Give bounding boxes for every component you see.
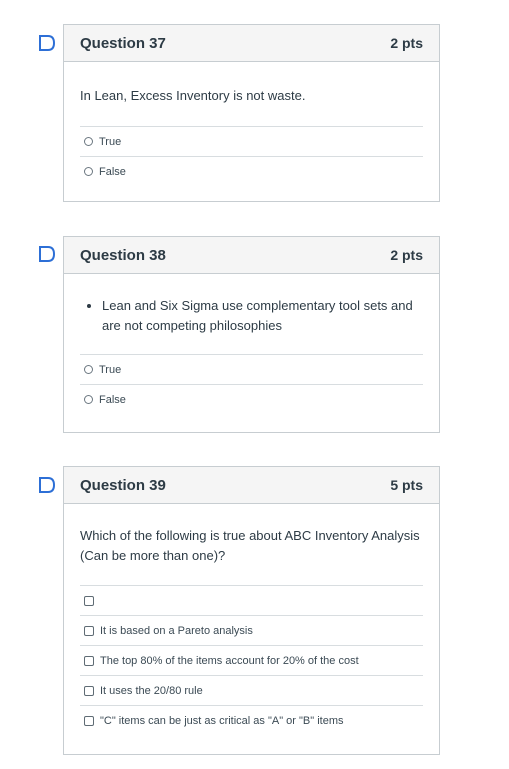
answer-label: "C" items can be just as critical as "A"… xyxy=(100,714,344,727)
question-text: In Lean, Excess Inventory is not waste. xyxy=(80,88,306,103)
checkbox-icon[interactable] xyxy=(84,685,94,696)
answer-label: False xyxy=(99,165,126,178)
flag-question-38-icon[interactable] xyxy=(38,245,56,263)
answer-label: The top 80% of the items account for 20%… xyxy=(100,654,359,667)
answer-option-top-80[interactable]: The top 80% of the items account for 20%… xyxy=(80,645,423,675)
question-39-header: Question 39 5 pts xyxy=(64,467,439,504)
answer-label: False xyxy=(99,393,126,406)
answer-option-true[interactable]: True xyxy=(80,354,423,384)
flag-question-39-icon[interactable] xyxy=(38,476,56,494)
checkbox-icon[interactable] xyxy=(84,625,94,636)
question-37-header: Question 37 2 pts xyxy=(64,25,439,62)
question-39-card: Question 39 5 pts Which of the following… xyxy=(63,466,440,755)
question-points: 2 pts xyxy=(390,35,423,51)
checkbox-icon[interactable] xyxy=(84,595,94,606)
answer-option-pareto[interactable]: It is based on a Pareto analysis xyxy=(80,615,423,645)
answer-option-true[interactable]: True xyxy=(80,126,423,156)
flag-question-37-icon[interactable] xyxy=(38,34,56,52)
answer-option-blank[interactable] xyxy=(80,585,423,615)
question-38-card: Question 38 2 pts Lean and Six Sigma use… xyxy=(63,236,440,433)
radio-button-icon[interactable] xyxy=(84,167,93,176)
answer-option-20-80-rule[interactable]: It uses the 20/80 rule xyxy=(80,675,423,705)
question-title: Question 38 xyxy=(80,246,166,264)
radio-button-icon[interactable] xyxy=(84,395,93,404)
answer-option-false[interactable]: False xyxy=(80,384,423,414)
question-38-header: Question 38 2 pts xyxy=(64,237,439,274)
radio-button-icon[interactable] xyxy=(84,137,93,146)
answer-label: True xyxy=(99,363,122,376)
question-title: Question 37 xyxy=(80,34,166,52)
answer-option-c-items[interactable]: "C" items can be just as critical as "A"… xyxy=(80,705,423,735)
question-title: Question 39 xyxy=(80,476,166,494)
question-37-card: Question 37 2 pts In Lean, Excess Invent… xyxy=(63,24,440,202)
answer-label: It is based on a Pareto analysis xyxy=(100,624,253,637)
answer-option-false[interactable]: False xyxy=(80,156,423,186)
checkbox-icon[interactable] xyxy=(84,715,94,726)
question-bullet-item: Lean and Six Sigma use complementary too… xyxy=(102,296,423,336)
answer-label: True xyxy=(99,135,122,148)
radio-button-icon[interactable] xyxy=(84,365,93,374)
checkbox-icon[interactable] xyxy=(84,655,94,666)
question-text: Which of the following is true about ABC… xyxy=(80,528,420,563)
question-points: 5 pts xyxy=(390,477,423,493)
answer-label: It uses the 20/80 rule xyxy=(100,684,203,697)
question-bullet-list: Lean and Six Sigma use complementary too… xyxy=(80,296,423,354)
question-points: 2 pts xyxy=(390,247,423,263)
